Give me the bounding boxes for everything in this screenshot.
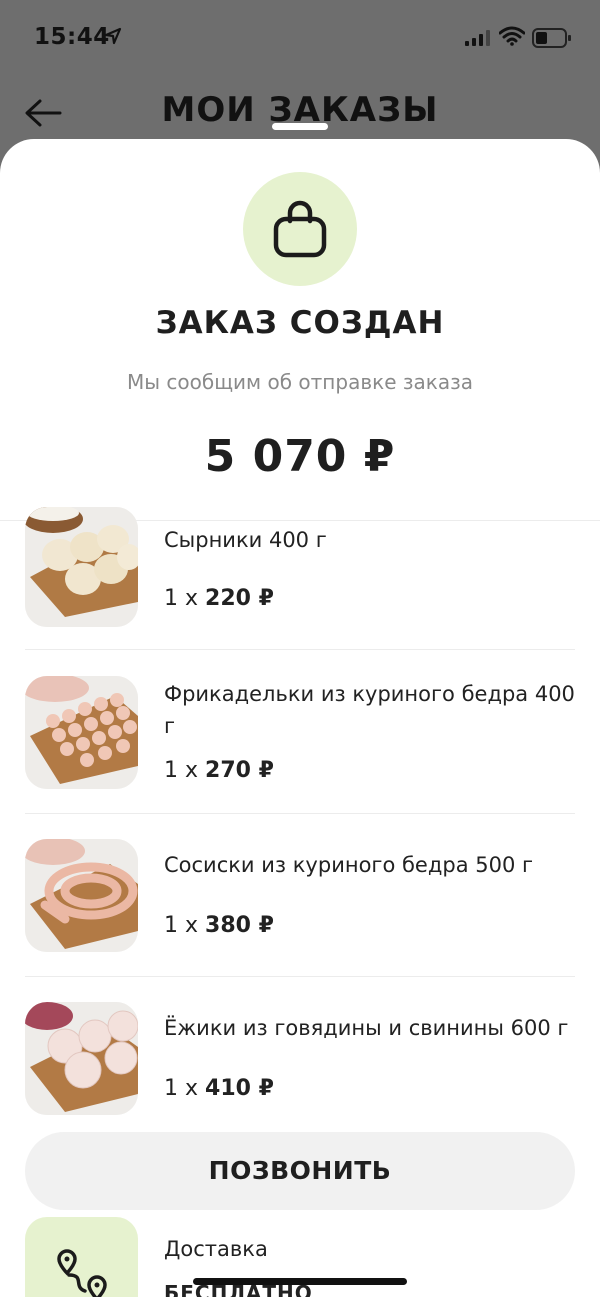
product-image <box>25 1002 138 1115</box>
divider <box>25 976 575 977</box>
route-icon <box>57 1249 107 1297</box>
item-price: 1 x 380 ₽ <box>164 913 274 938</box>
product-image <box>25 507 138 627</box>
order-status-title: ЗАКАЗ СОЗДАН <box>155 305 445 341</box>
bag-badge <box>243 172 357 286</box>
home-indicator <box>193 1278 407 1285</box>
call-button[interactable]: ПОЗВОНИТЬ <box>25 1132 575 1210</box>
battery-icon <box>532 28 572 52</box>
item-name: Фрикадельки из куриного бедра 400 г <box>164 682 575 738</box>
divider <box>25 813 575 814</box>
order-total: 5 070 ₽ <box>204 431 396 482</box>
order-status-subtitle: Мы сообщим об отправке заказа <box>127 370 473 394</box>
location-arrow-icon <box>104 27 122 49</box>
item-price: 1 x 410 ₽ <box>164 1076 274 1101</box>
item-name: Сосиски из куриного бедра 500 г <box>164 853 534 877</box>
order-sheet: ЗАКАЗ СОЗДАН Мы сообщим об отправке зака… <box>0 139 600 1297</box>
item-price: 1 x 220 ₽ <box>164 586 274 611</box>
status-time: 15:44 <box>34 24 110 50</box>
item-price: 1 x 270 ₽ <box>164 758 274 783</box>
divider <box>25 649 575 650</box>
item-name: Сырники 400 г <box>164 528 327 552</box>
item-name: Ёжики из говядины и свинины 600 г <box>164 1016 569 1040</box>
sheet-grabber[interactable] <box>272 123 328 130</box>
product-image <box>25 676 138 789</box>
shopping-bag-icon <box>273 200 327 258</box>
delivery-badge <box>25 1217 138 1297</box>
product-image <box>25 839 138 952</box>
status-bar: 15:44 <box>0 0 600 78</box>
signal-icon <box>465 30 491 50</box>
delivery-label: Доставка <box>164 1237 268 1261</box>
wifi-icon <box>498 26 526 50</box>
